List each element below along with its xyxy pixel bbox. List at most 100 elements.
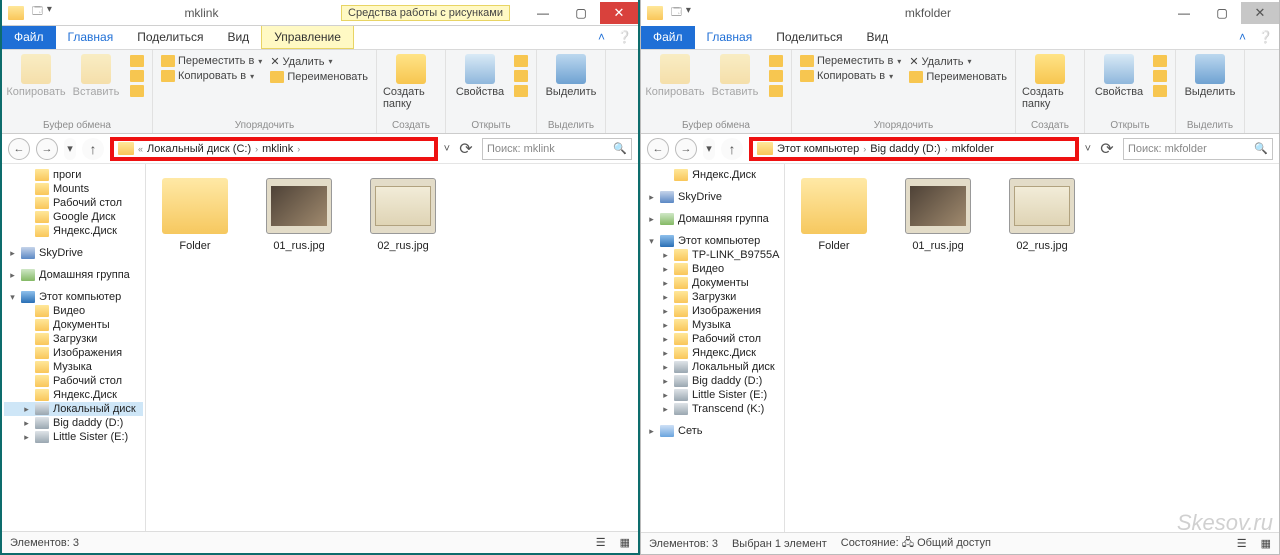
paste-shortcut-icon[interactable] xyxy=(767,84,785,98)
tree-item[interactable]: Рабочий стол xyxy=(4,374,143,388)
history-icon[interactable] xyxy=(512,84,530,98)
tree-item[interactable]: ▸Документы xyxy=(643,276,782,290)
tree-item[interactable]: Mounts xyxy=(4,182,143,196)
help-icon[interactable]: ❔ xyxy=(1252,26,1279,49)
content-item[interactable]: Folder xyxy=(795,178,873,252)
open-icon[interactable] xyxy=(512,54,530,68)
tree-item[interactable]: ▸Little Sister (E:) xyxy=(643,388,782,402)
tree-item[interactable]: ▸Локальный диск xyxy=(643,360,782,374)
tab-manage[interactable]: Управление xyxy=(261,26,354,49)
tree-item[interactable]: ▸Домашняя группа xyxy=(4,268,143,282)
tree-item[interactable]: Яндекс.Диск xyxy=(643,168,782,182)
tree-item[interactable]: ▸Изображения xyxy=(643,304,782,318)
paste-button[interactable]: Вставить xyxy=(707,54,763,98)
tree-item[interactable]: ▸Яндекс.Диск xyxy=(643,346,782,360)
tree-item[interactable]: Яндекс.Диск xyxy=(4,224,143,238)
cut-icon[interactable] xyxy=(767,54,785,68)
ribbon-collapse-icon[interactable]: ˄ xyxy=(1233,26,1252,49)
search-input[interactable]: Поиск: mkfolder 🔍 xyxy=(1123,138,1273,160)
title-bar[interactable]: 🗔▾ mklink Средства работы с рисунками — … xyxy=(2,0,638,26)
tab-view[interactable]: Вид xyxy=(215,26,261,49)
content-item[interactable]: 02_rus.jpg xyxy=(364,178,442,252)
content-item[interactable]: 01_rus.jpg xyxy=(260,178,338,252)
tree-item[interactable]: Google Диск xyxy=(4,210,143,224)
tree-item[interactable]: ▸Рабочий стол xyxy=(643,332,782,346)
refresh-button[interactable]: ⟳ xyxy=(456,139,476,159)
tab-view[interactable]: Вид xyxy=(854,26,900,49)
minimize-button[interactable]: — xyxy=(1165,2,1203,24)
cut-icon[interactable] xyxy=(128,54,146,68)
content-item[interactable]: 01_rus.jpg xyxy=(899,178,977,252)
qat[interactable]: 🗔▾ xyxy=(671,5,691,22)
tree-item[interactable]: ▸Сеть xyxy=(643,424,782,438)
breadcrumb[interactable]: Локальный диск (C:) xyxy=(147,143,251,155)
back-button[interactable]: ← xyxy=(8,138,30,160)
copy-button[interactable]: Копировать xyxy=(8,54,64,98)
address-dropdown[interactable]: ˅ xyxy=(1085,143,1091,155)
history-dropdown[interactable]: ▾ xyxy=(703,138,715,160)
content-pane[interactable]: Folder 01_rus.jpg 02_rus.jpg xyxy=(785,164,1279,532)
paste-button[interactable]: Вставить xyxy=(68,54,124,98)
tree-item[interactable]: ▸Big daddy (D:) xyxy=(643,374,782,388)
breadcrumb[interactable]: Big daddy (D:) xyxy=(870,143,940,155)
history-dropdown[interactable]: ▾ xyxy=(64,138,76,160)
address-bar[interactable]: Этот компьютер › Big daddy (D:) › mkfold… xyxy=(749,137,1079,161)
history-icon[interactable] xyxy=(1151,84,1169,98)
view-icons-icon[interactable]: ▦ xyxy=(1261,537,1271,550)
copy-to-button[interactable]: Копировать в▾ xyxy=(159,69,264,83)
properties-button[interactable]: Свойства xyxy=(1091,54,1147,98)
content-pane[interactable]: Folder 01_rus.jpg 02_rus.jpg xyxy=(146,164,638,531)
content-item[interactable]: Folder xyxy=(156,178,234,252)
open-icon[interactable] xyxy=(1151,54,1169,68)
refresh-button[interactable]: ⟳ xyxy=(1097,139,1117,159)
rename-button[interactable]: Переименовать xyxy=(268,70,370,84)
breadcrumb[interactable]: mkfolder xyxy=(952,143,994,155)
help-icon[interactable]: ❔ xyxy=(611,26,638,49)
forward-button[interactable]: → xyxy=(36,138,58,160)
view-icons-icon[interactable]: ▦ xyxy=(620,536,630,549)
tree-item[interactable]: Изображения xyxy=(4,346,143,360)
back-button[interactable]: ← xyxy=(647,138,669,160)
copy-path-icon[interactable] xyxy=(767,69,785,83)
view-details-icon[interactable]: ☰ xyxy=(596,536,606,549)
copy-button[interactable]: Копировать xyxy=(647,54,703,98)
tree-item[interactable]: Загрузки xyxy=(4,332,143,346)
tab-home[interactable]: Главная xyxy=(56,26,126,49)
qat[interactable]: 🗔▾ xyxy=(32,4,52,21)
forward-button[interactable]: → xyxy=(675,138,697,160)
paste-shortcut-icon[interactable] xyxy=(128,84,146,98)
tree-item[interactable]: ▸Локальный диск xyxy=(4,402,143,416)
up-button[interactable]: ↑ xyxy=(721,138,743,160)
tree-item[interactable]: ▸Видео xyxy=(643,262,782,276)
delete-button[interactable]: ✕Удалить▾ xyxy=(268,54,370,69)
address-bar[interactable]: « Локальный диск (C:) › mklink › xyxy=(110,137,438,161)
new-folder-button[interactable]: Создать папку xyxy=(383,54,439,110)
copy-path-icon[interactable] xyxy=(128,69,146,83)
select-button[interactable]: Выделить xyxy=(543,54,599,98)
copy-to-button[interactable]: Копировать в▾ xyxy=(798,69,903,83)
search-input[interactable]: Поиск: mklink 🔍 xyxy=(482,138,632,160)
maximize-button[interactable]: ▢ xyxy=(562,2,600,24)
edit-icon[interactable] xyxy=(1151,69,1169,83)
tab-file[interactable]: Файл xyxy=(2,26,56,49)
close-button[interactable]: ✕ xyxy=(600,2,638,24)
close-button[interactable]: ✕ xyxy=(1241,2,1279,24)
tree-item[interactable]: ▸Transcend (K:) xyxy=(643,402,782,416)
new-folder-button[interactable]: Создать папку xyxy=(1022,54,1078,110)
address-dropdown[interactable]: ˅ xyxy=(444,143,450,155)
ribbon-collapse-icon[interactable]: ˄ xyxy=(592,26,611,49)
tree-item[interactable]: ▸Big daddy (D:) xyxy=(4,416,143,430)
tab-share[interactable]: Поделиться xyxy=(764,26,854,49)
select-button[interactable]: Выделить xyxy=(1182,54,1238,98)
tab-share[interactable]: Поделиться xyxy=(125,26,215,49)
tree-item[interactable]: ▸Домашняя группа xyxy=(643,212,782,226)
tree-item[interactable]: Рабочий стол xyxy=(4,196,143,210)
tree-item[interactable]: ▾Этот компьютер xyxy=(4,290,143,304)
content-item[interactable]: 02_rus.jpg xyxy=(1003,178,1081,252)
title-bar[interactable]: 🗔▾ mkfolder — ▢ ✕ xyxy=(641,0,1279,26)
tree-item[interactable]: ▸Музыка xyxy=(643,318,782,332)
view-details-icon[interactable]: ☰ xyxy=(1237,537,1247,550)
navigation-tree[interactable]: Яндекс.Диск▸SkyDrive▸Домашняя группа▾Это… xyxy=(641,164,785,532)
tree-item[interactable]: ▸Little Sister (E:) xyxy=(4,430,143,444)
tree-item[interactable]: Документы xyxy=(4,318,143,332)
